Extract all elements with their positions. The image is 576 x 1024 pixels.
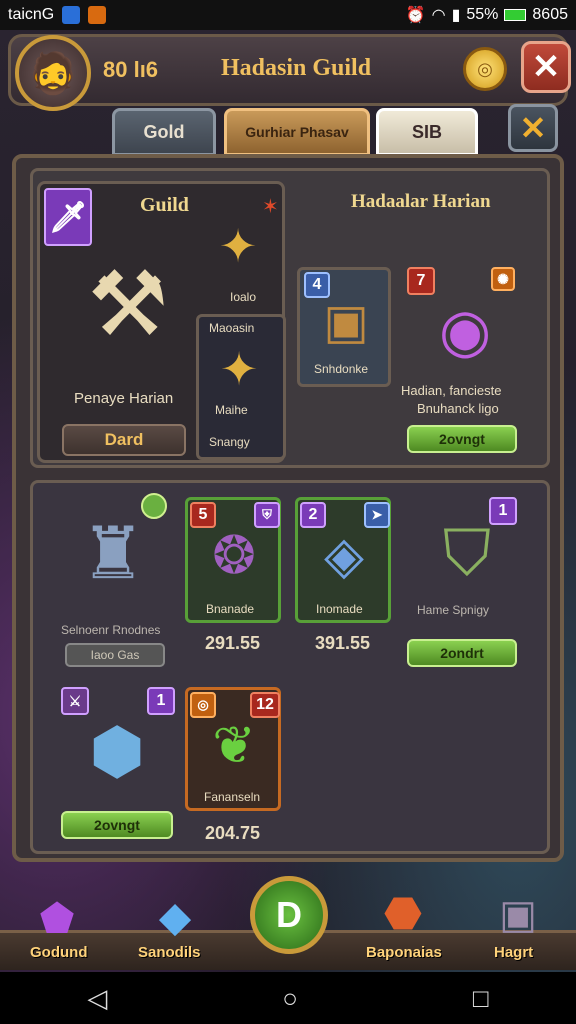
notification-icon [88, 6, 107, 24]
nav-label[interactable]: Hagrt [494, 944, 533, 961]
battery-percent: 55% [466, 6, 499, 23]
tower-icon: ♜ [80, 514, 146, 594]
chest-icon[interactable]: ▣ [494, 892, 542, 940]
shop-price: 291.55 [205, 633, 261, 653]
guild-name: Penaye Harian [74, 390, 174, 407]
dismiss-button[interactable]: ✕ [508, 104, 558, 152]
shop-item-label: Hame Spnigy [417, 603, 490, 617]
shield-icon: ⛉ [443, 516, 491, 589]
carrier-text: taicnG [8, 6, 55, 23]
shop-price: 391.55 [315, 633, 371, 653]
recents-icon[interactable]: □ [473, 983, 489, 1014]
signal-icon: ▮ [451, 7, 461, 24]
home-icon[interactable]: ○ [282, 983, 298, 1014]
shop-card[interactable]: 2 ➤ ◈ Inomade [295, 497, 391, 623]
shop-section: ♜ Selnoenr Rnodnes Iaoo Gas 5 ⛨ ❂ Bnanad… [30, 480, 550, 854]
shop-item-label: Bnanade [206, 602, 255, 616]
item-name: Maihe [215, 403, 248, 417]
sword-icon: 🗡 [44, 188, 92, 246]
buy-button[interactable]: 2ovngt [407, 425, 517, 453]
leaf-icon: ❦ [212, 717, 256, 775]
card-desc: Hadian, fancieste [401, 383, 502, 398]
buy-button[interactable]: 2ovngt [61, 811, 173, 839]
purple-gem-icon[interactable]: ⬟ [34, 896, 80, 942]
crest-icon: ◈ [324, 527, 364, 585]
gear-icon: ✺ [491, 267, 515, 291]
wifi-icon: ◠ [431, 7, 446, 24]
tab-guild[interactable]: Gurhiar Phasav [224, 108, 370, 156]
item-card[interactable]: Maoasin ✦ Maihe Snangy [196, 314, 286, 460]
section-title: Hadaalar Harian [351, 191, 491, 212]
guild-tag: Guild [140, 194, 189, 216]
shop-card[interactable]: ◎ 12 ❦ Fananseln [185, 687, 281, 811]
main-panel: 🗡 Guild ✶ ⚒ Penaye Harian Dard ✦ Ioalo M… [12, 154, 564, 862]
close-button[interactable]: ✕ [521, 41, 571, 93]
buy-button[interactable]: 2ondrt [407, 639, 517, 667]
orb-relic-icon: ◉ [438, 297, 492, 364]
guild-card[interactable]: 🗡 Guild ✶ ⚒ Penaye Harian Dard ✦ Ioalo M… [37, 181, 286, 463]
anvil-icon: ⚒ [87, 254, 169, 355]
crystal-shield-icon: ⬢ [89, 714, 145, 787]
shop-item-label: Fananseln [204, 790, 261, 804]
item-label: Ioalo [230, 290, 257, 304]
system-nav-bar: ◁ ○ □ [0, 972, 576, 1024]
crystal-icon[interactable]: ◆ [150, 892, 200, 942]
nav-label[interactable]: Godund [30, 944, 87, 961]
clock: 8605 [532, 6, 568, 23]
status-bar: taicnG ⏰ ◠ ▮ 55% 8605 [0, 0, 576, 30]
dard-button[interactable]: Dard [62, 424, 186, 456]
item-sub: Snangy [209, 435, 250, 449]
chest-card[interactable]: 4 ▣ Snhdonke [297, 267, 391, 387]
tab-gold[interactable]: Gold [112, 108, 216, 156]
item-title: Maoasin [209, 321, 255, 335]
shop-price: 204.75 [205, 823, 261, 843]
avatar[interactable]: 🧔 [15, 35, 91, 111]
shop-item-label: Inomade [316, 602, 363, 616]
player-level: 80 lı6 [103, 57, 159, 82]
header-bar: 🧔 80 lı6 Hadasin Guild ◎ ✕ [8, 34, 571, 111]
page-title: Hadasin Guild [221, 55, 372, 81]
home-button[interactable]: D [250, 876, 328, 954]
amulet-icon: ❂ [212, 527, 256, 585]
battery-icon [504, 9, 527, 21]
ruby-icon[interactable]: ⬣ [378, 888, 428, 940]
nav-label[interactable]: Sanodils [138, 944, 201, 961]
alarm-icon: ⏰ [405, 7, 426, 24]
top-section: 🗡 Guild ✶ ⚒ Penaye Harian Dard ✦ Ioalo M… [30, 168, 550, 468]
coin-icon[interactable]: ◎ [463, 47, 507, 91]
back-icon[interactable]: ◁ [87, 983, 107, 1014]
card-label: Snhdonke [314, 362, 369, 376]
tab-sib[interactable]: SIB [376, 108, 478, 156]
shop-button[interactable]: Iaoo Gas [65, 643, 165, 667]
amulet-icon: ✦ [219, 343, 259, 395]
nav-label[interactable]: Baponaias [366, 944, 442, 961]
notification-icon [62, 6, 81, 24]
shop-item-label: Selnoenr Rnodnes [61, 623, 161, 637]
chest-icon: ▣ [323, 296, 369, 349]
card-desc: Bnuhanck ligo [417, 401, 499, 416]
shop-card[interactable]: 5 ⛨ ❂ Bnanade [185, 497, 281, 623]
gem-amulet-icon: ✦ [218, 220, 258, 272]
